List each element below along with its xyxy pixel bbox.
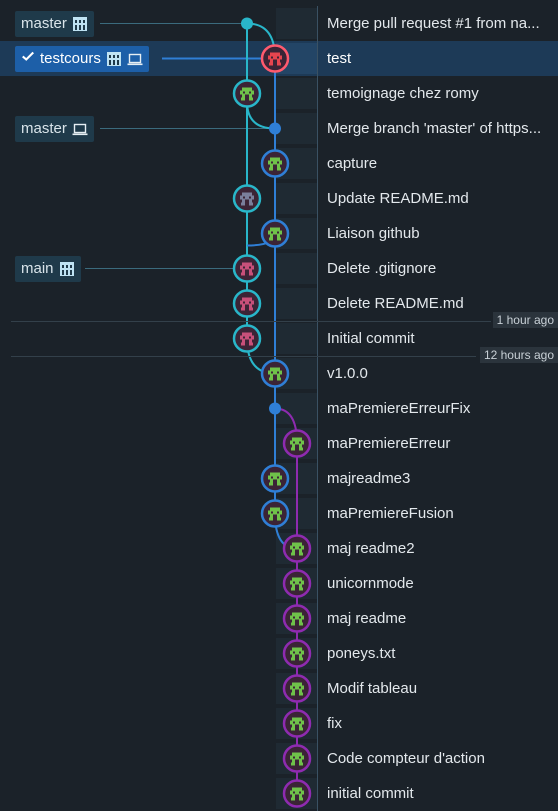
server-icon [106, 51, 122, 67]
checkmark-icon [21, 46, 35, 72]
branch-label[interactable]: testcours [15, 45, 149, 72]
branch-label[interactable]: master [15, 10, 94, 37]
laptop-icon [127, 51, 143, 67]
commit-dot [269, 402, 281, 415]
time-divider [11, 321, 491, 322]
server-icon [72, 16, 88, 32]
branch-name: testcours [40, 49, 101, 67]
branch-name: master [21, 119, 67, 137]
branch-name: main [21, 259, 54, 277]
commit-dot [241, 17, 253, 30]
commit-dot [269, 122, 281, 135]
time-marker: 1 hour ago [492, 312, 558, 328]
time-divider [11, 356, 476, 357]
branch-label[interactable]: main [15, 255, 81, 282]
branch-name: master [21, 14, 67, 32]
server-icon [59, 261, 75, 277]
time-marker: 12 hours ago [479, 347, 558, 363]
branch-label[interactable]: master [15, 115, 94, 142]
laptop-icon [72, 121, 88, 137]
